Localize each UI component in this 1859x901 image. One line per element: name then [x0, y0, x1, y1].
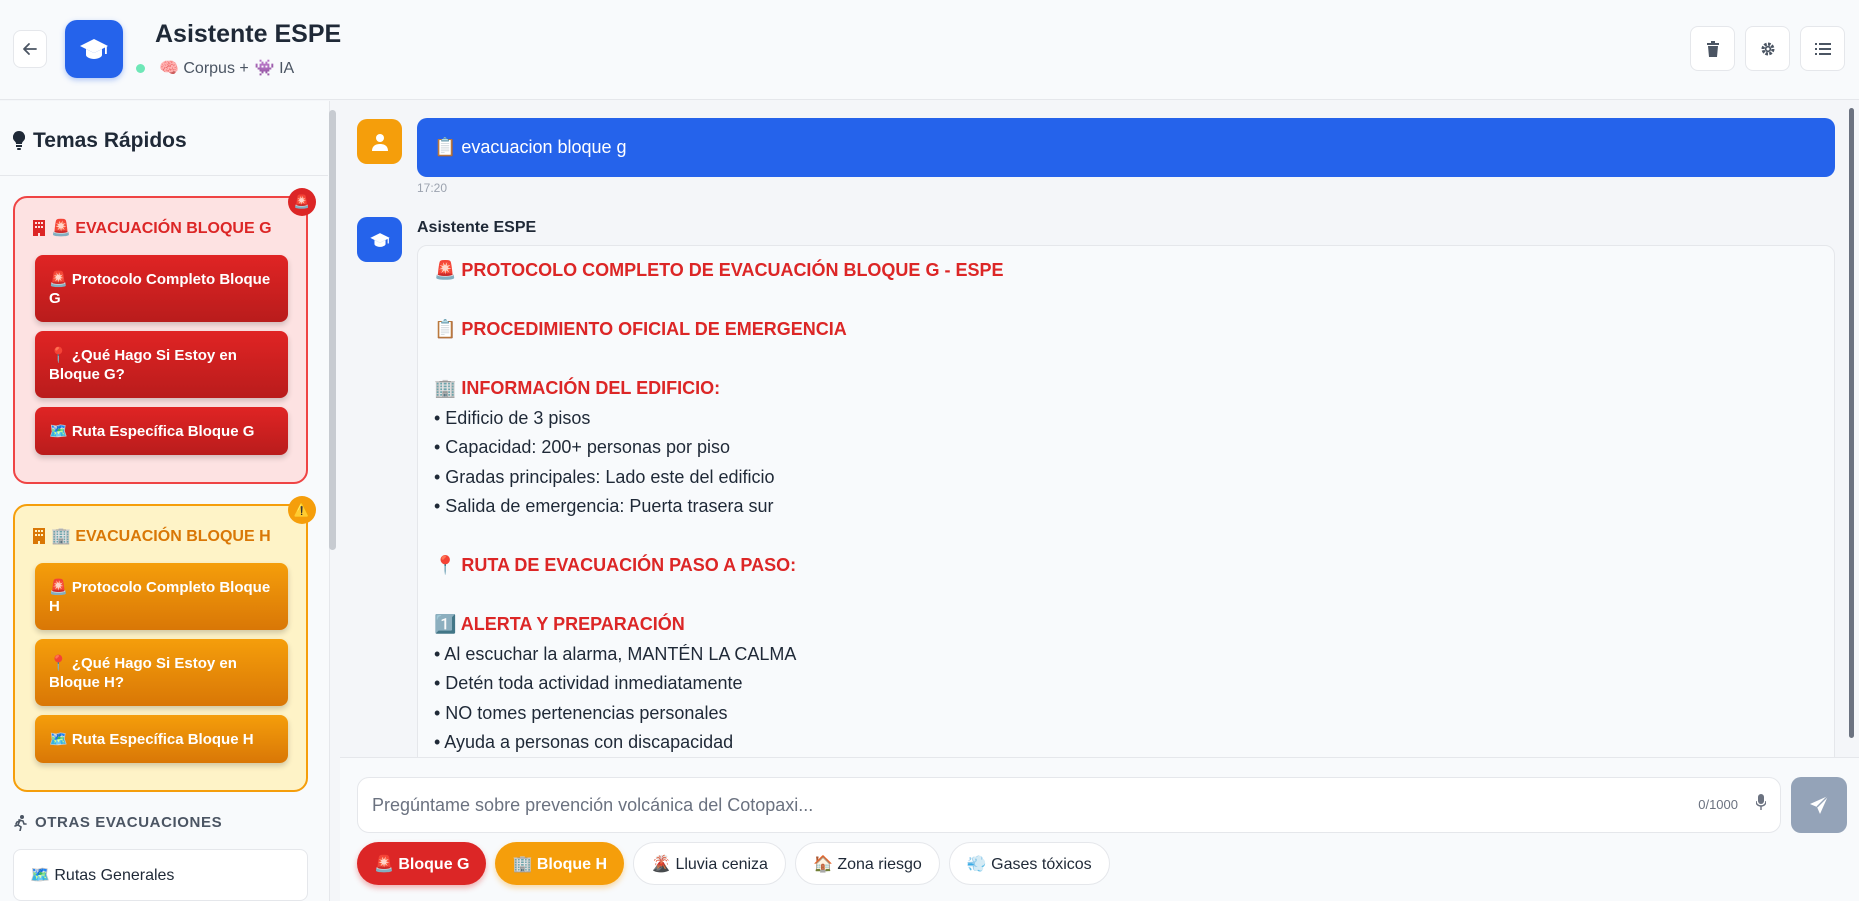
bot-avatar — [357, 217, 402, 262]
sidebar-scrollbar[interactable] — [329, 110, 336, 550]
quick-topics-sidebar: Temas Rápidos 🚨 🚨 EVACUACIÓN BLOQUE G 🚨 … — [0, 101, 330, 901]
bot-message-heading: 🚨 PROTOCOLO COMPLETO DE EVACUACIÓN BLOQU… — [434, 260, 1004, 280]
character-counter: 0/1000 — [1698, 797, 1738, 812]
user-icon — [371, 133, 388, 151]
message-input-box: 0/1000 — [357, 777, 1781, 833]
back-button[interactable] — [13, 30, 47, 68]
bot-message-line: • Al escuchar la alarma, MANTÉN LA CALMA — [434, 643, 797, 664]
chat-scrollbar[interactable] — [1848, 108, 1856, 748]
building-icon — [33, 528, 45, 544]
bot-message-line: • Salida de emergencia: Puerta trasera s… — [434, 496, 774, 516]
bot-message-line: • Detén toda actividad inmediatamente — [434, 673, 743, 693]
suggestion-chip[interactable]: 🌋 Lluvia ceniza — [633, 842, 786, 885]
lightbulb-icon — [13, 131, 25, 150]
online-status-dot — [136, 63, 145, 73]
bot-message-line: • Ayuda a personas con discapacidad — [434, 732, 734, 752]
settings-button[interactable] — [1745, 26, 1790, 71]
bot-message-heading: 📋 PROCEDIMIENTO OFICIAL DE EMERGENCIA — [434, 319, 847, 339]
bot-message-spacer — [434, 581, 1818, 611]
que-hago-bloque-h-button[interactable]: 📍 ¿Qué Hago Si Estoy en Bloque H? — [35, 639, 288, 706]
bot-message-spacer — [434, 286, 1818, 316]
running-person-icon — [14, 814, 27, 831]
protocolo-completo-h-button[interactable]: 🚨 Protocolo Completo Bloque H — [35, 563, 288, 630]
app-logo — [65, 20, 123, 78]
other-evacuations-text: OTRAS EVACUACIONES — [35, 814, 223, 831]
app-header: Asistente ESPE 🧠 Corpus + 👾 IA — [0, 0, 1859, 100]
chat-scrollbar-thumb[interactable] — [1849, 108, 1854, 738]
trash-icon — [1706, 40, 1719, 57]
suggestion-chip[interactable]: 🏢 Bloque H — [495, 842, 625, 885]
bot-name: Asistente ESPE — [417, 219, 537, 236]
ruta-especifica-g-button[interactable]: 🗺️ Ruta Específica Bloque G — [35, 407, 288, 455]
group-title-text: 🚨 EVACUACIÓN BLOQUE G — [51, 220, 272, 237]
protocolo-completo-g-button[interactable]: 🚨 Protocolo Completo Bloque G — [35, 255, 288, 322]
suggestion-chip[interactable]: 💨 Gases tóxicos — [948, 842, 1110, 885]
group-title-text: 🏢 EVACUACIÓN BLOQUE H — [51, 528, 271, 545]
ruta-especifica-h-button[interactable]: 🗺️ Ruta Específica Bloque H — [35, 715, 288, 763]
graduation-cap-icon — [80, 39, 108, 59]
bot-message-line: • NO tomes pertenencias personales — [434, 702, 728, 723]
group-title: 🚨 EVACUACIÓN BLOQUE G — [33, 218, 272, 238]
group-title: 🏢 EVACUACIÓN BLOQUE H — [33, 526, 271, 546]
bot-message-line: • Capacidad: 200+ personas por piso — [434, 437, 730, 457]
send-button[interactable] — [1791, 777, 1847, 833]
group-evacuacion-bloque-h: ⚠️ 🏢 EVACUACIÓN BLOQUE H 🚨 Protocolo Com… — [13, 496, 316, 792]
ai-label: 👾 IA — [254, 60, 295, 77]
rutas-generales-item[interactable]: 🗺️ Rutas Generales — [13, 849, 308, 901]
microphone-icon — [1755, 794, 1767, 810]
gear-icon — [1761, 42, 1774, 55]
bot-message-bubble: 🚨 PROTOCOLO COMPLETO DE EVACUACIÓN BLOQU… — [417, 245, 1835, 757]
alarm-badge: 🚨 — [288, 188, 316, 216]
que-hago-bloque-g-button[interactable]: 📍 ¿Qué Hago Si Estoy en Bloque G? — [35, 331, 288, 398]
suggestion-chip[interactable]: 🏠 Zona riesgo — [794, 842, 940, 885]
corpus-label: 🧠 Corpus + — [159, 60, 249, 77]
arrow-left-icon — [23, 43, 37, 55]
app-title: Asistente ESPE — [155, 20, 342, 48]
list-icon — [1814, 42, 1831, 55]
bot-message-heading: 1️⃣ ALERTA Y PREPARACIÓN — [434, 614, 685, 634]
bot-message-line: • Edificio de 3 pisos — [434, 407, 591, 428]
chat-messages: 📋 evacuacion bloque g 17:20 Asistente ES… — [340, 101, 1859, 757]
message-input[interactable] — [372, 778, 1652, 832]
suggestion-chip[interactable]: 🚨 Bloque G — [357, 842, 487, 885]
graduation-cap-icon — [369, 232, 390, 247]
user-avatar — [357, 119, 402, 164]
send-icon — [1810, 795, 1829, 814]
clear-chat-button[interactable] — [1690, 26, 1735, 71]
bot-message-heading: 🏢 INFORMACIÓN DEL EDIFICIO: — [434, 378, 721, 398]
bot-message-line: • Gradas principales: Lado este del edif… — [434, 466, 775, 487]
composer: 0/1000 🚨 Bloque G🏢 Bloque H🌋 Lluvia ceni… — [340, 757, 1859, 901]
status-subtitle: 🧠 Corpus + 👾 IA — [136, 58, 294, 78]
building-icon — [33, 220, 45, 236]
message-timestamp: 17:20 — [417, 181, 448, 195]
group-evacuacion-bloque-g: 🚨 🚨 EVACUACIÓN BLOQUE G 🚨 Protocolo Comp… — [13, 188, 316, 484]
bot-message-spacer — [434, 345, 1818, 375]
suggestion-chips: 🚨 Bloque G 🏢 Bloque H 🌋 Lluvia ceniza 🏠 Zon… — [357, 842, 1110, 885]
microphone-button[interactable] — [1755, 794, 1767, 815]
sidebar-title-text: Temas Rápidos — [33, 129, 187, 152]
bot-message-spacer — [434, 522, 1818, 552]
bot-message-heading: 📍 RUTA DE EVACUACIÓN PASO A PASO: — [434, 555, 797, 575]
user-message-bubble: 📋 evacuacion bloque g — [417, 118, 1835, 177]
warning-badge: ⚠️ — [288, 496, 316, 524]
other-evacuations-heading: OTRAS EVACUACIONES — [13, 814, 222, 831]
sidebar-divider — [0, 175, 328, 176]
topics-list-button[interactable] — [1800, 26, 1845, 71]
sidebar-title: Temas Rápidos — [13, 129, 187, 153]
